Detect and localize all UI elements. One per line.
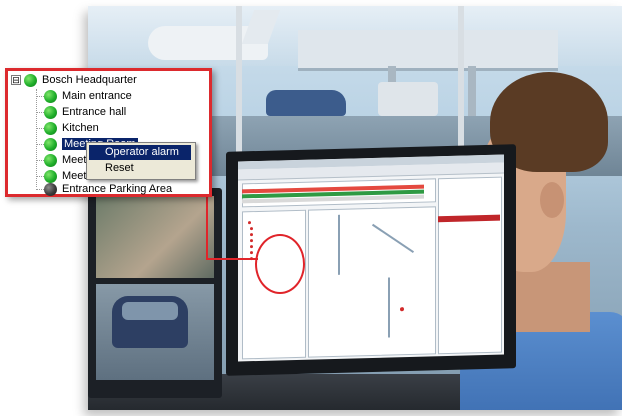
callout-connector <box>206 258 258 260</box>
tree-item-entrance-parking[interactable]: Entrance Parking Area <box>44 181 172 197</box>
tree-item-label: Main entrance <box>62 90 132 102</box>
tree-guide-line <box>36 176 44 177</box>
tree-guide-line <box>36 160 44 161</box>
status-offline-icon <box>44 182 57 196</box>
callout-connector <box>206 190 208 260</box>
tree-item-meeting-2[interactable]: Meeti <box>44 152 89 168</box>
map-outline <box>388 277 390 338</box>
jet-bridge <box>298 30 558 71</box>
tree-guide-line <box>36 89 37 187</box>
status-ok-icon <box>44 105 57 119</box>
camera-view-top <box>96 196 214 278</box>
context-menu: Operator alarm Reset <box>86 142 196 180</box>
tree-guide-line <box>36 128 44 129</box>
tree-guide-line <box>36 112 44 113</box>
map-outline <box>338 214 340 275</box>
screen-detail-panel <box>438 176 502 355</box>
menu-item-reset[interactable]: Reset <box>89 161 191 176</box>
tree-item-label: Meeti <box>62 154 89 166</box>
highlight-circle <box>255 234 305 294</box>
tree-root[interactable]: ⊟ Bosch Headquarter <box>11 72 137 88</box>
tree-item-main-entrance[interactable]: Main entrance <box>44 88 132 104</box>
tree-item-kitchen[interactable]: Kitchen <box>44 120 99 136</box>
tree-guide-line <box>36 96 44 97</box>
status-ok-icon <box>44 89 57 103</box>
tree-guide-line <box>36 189 44 190</box>
baggage-tug <box>378 82 438 116</box>
person-neck <box>510 262 590 332</box>
status-ok-icon <box>44 121 57 135</box>
status-ok-icon <box>24 73 37 87</box>
screen-map-panel <box>308 206 436 358</box>
tree-item-entrance-hall[interactable]: Entrance hall <box>44 104 126 120</box>
person-ear <box>540 182 564 218</box>
tree-item-label: Entrance hall <box>62 106 127 118</box>
status-ok-icon <box>44 137 57 151</box>
status-ok-icon <box>44 153 57 167</box>
collapse-icon[interactable]: ⊟ <box>11 75 21 85</box>
tree-item-label: Entrance Parking Area <box>62 183 173 195</box>
menu-item-operator-alarm[interactable]: Operator alarm <box>89 145 191 160</box>
tree-item-label: Kitchen <box>62 122 99 134</box>
tree-root-label: Bosch Headquarter <box>42 74 137 86</box>
parked-car <box>266 90 346 116</box>
camera-car-windshield <box>122 302 178 320</box>
tree-guide-line <box>36 144 44 145</box>
